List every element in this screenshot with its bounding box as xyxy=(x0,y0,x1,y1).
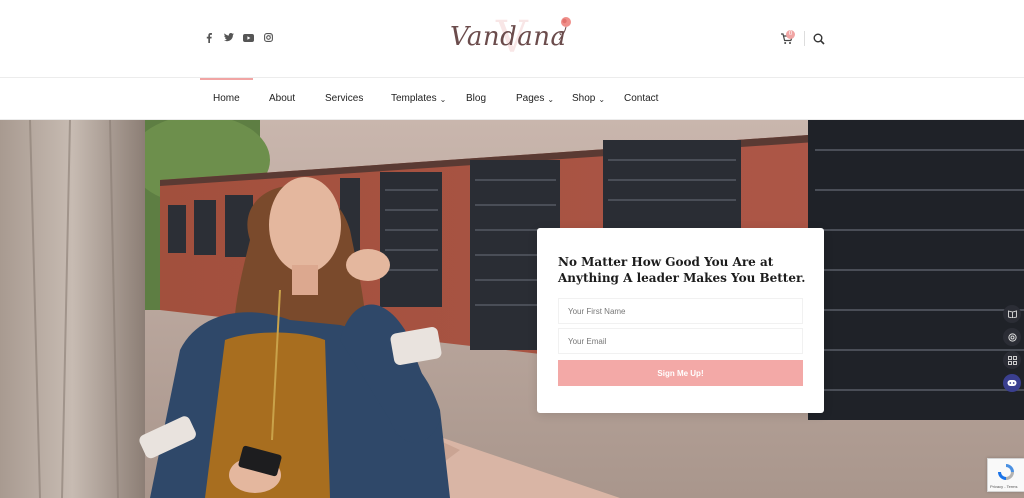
facebook-icon[interactable] xyxy=(203,32,214,43)
recaptcha-links[interactable]: Privacy - Terms xyxy=(990,484,1017,489)
chevron-down-icon: ⌄ xyxy=(439,95,447,104)
book-icon xyxy=(1007,310,1017,318)
side-tool-grid[interactable] xyxy=(1003,351,1021,369)
sign-up-button[interactable]: Sign Me Up! xyxy=(558,360,803,386)
side-tool-support[interactable] xyxy=(1003,328,1021,346)
logo-text: Vandana xyxy=(450,22,567,52)
email-field[interactable] xyxy=(558,328,803,354)
signup-heading: No Matter How Good You Are at Anything A… xyxy=(558,255,806,285)
nav-item-label: Shop xyxy=(572,93,596,104)
lifebuoy-icon xyxy=(1007,332,1017,342)
nav-item-label: Pages xyxy=(516,93,545,104)
instagram-icon[interactable] xyxy=(263,32,274,43)
nav-item-templates[interactable]: Templates ⌄ xyxy=(391,93,446,104)
chevron-down-icon: ⌄ xyxy=(547,95,555,104)
nav-item-shop[interactable]: Shop ⌄ xyxy=(572,93,605,104)
side-tool-chat[interactable] xyxy=(1003,374,1021,392)
nav-item-contact[interactable]: Contact xyxy=(624,93,658,104)
nav-item-blog[interactable]: Blog xyxy=(466,93,486,104)
recaptcha-badge[interactable]: Privacy - Terms xyxy=(987,458,1024,492)
hero-photo xyxy=(0,120,1024,498)
newsletter-signup-card: No Matter How Good You Are at Anything A… xyxy=(537,228,824,413)
nav-item-label: Services xyxy=(325,93,364,104)
nav-item-label: Templates xyxy=(391,93,437,104)
chevron-down-icon: ⌄ xyxy=(598,95,606,104)
grid-icon xyxy=(1007,355,1017,365)
nav-item-about[interactable]: About xyxy=(269,93,295,104)
site-logo[interactable]: V Vandana xyxy=(448,12,578,63)
recaptcha-icon xyxy=(998,464,1014,480)
nav-item-pages[interactable]: Pages ⌄ xyxy=(516,93,554,104)
main-navigation: Home About Services Templates ⌄ Blog Page… xyxy=(0,78,1024,120)
nav-active-indicator xyxy=(200,78,253,80)
nav-item-home[interactable]: Home xyxy=(213,93,240,104)
chatbot-icon xyxy=(1007,380,1017,386)
search-icon[interactable] xyxy=(813,33,825,45)
nav-item-label: Contact xyxy=(624,93,659,104)
nav-item-label: Home xyxy=(213,93,240,104)
site-header: V Vandana 0 xyxy=(0,0,1024,78)
first-name-field[interactable] xyxy=(558,298,803,324)
nav-item-label: Blog xyxy=(466,93,487,104)
youtube-icon[interactable] xyxy=(243,32,254,43)
side-tool-book[interactable] xyxy=(1003,305,1021,323)
rose-icon xyxy=(558,17,571,41)
header-divider xyxy=(804,31,805,46)
twitter-icon[interactable] xyxy=(223,32,234,43)
hero-section xyxy=(0,120,1024,498)
nav-item-services[interactable]: Services xyxy=(325,93,363,104)
social-links xyxy=(203,32,274,43)
nav-item-label: About xyxy=(269,93,296,104)
cart-count-badge: 0 xyxy=(786,30,795,39)
